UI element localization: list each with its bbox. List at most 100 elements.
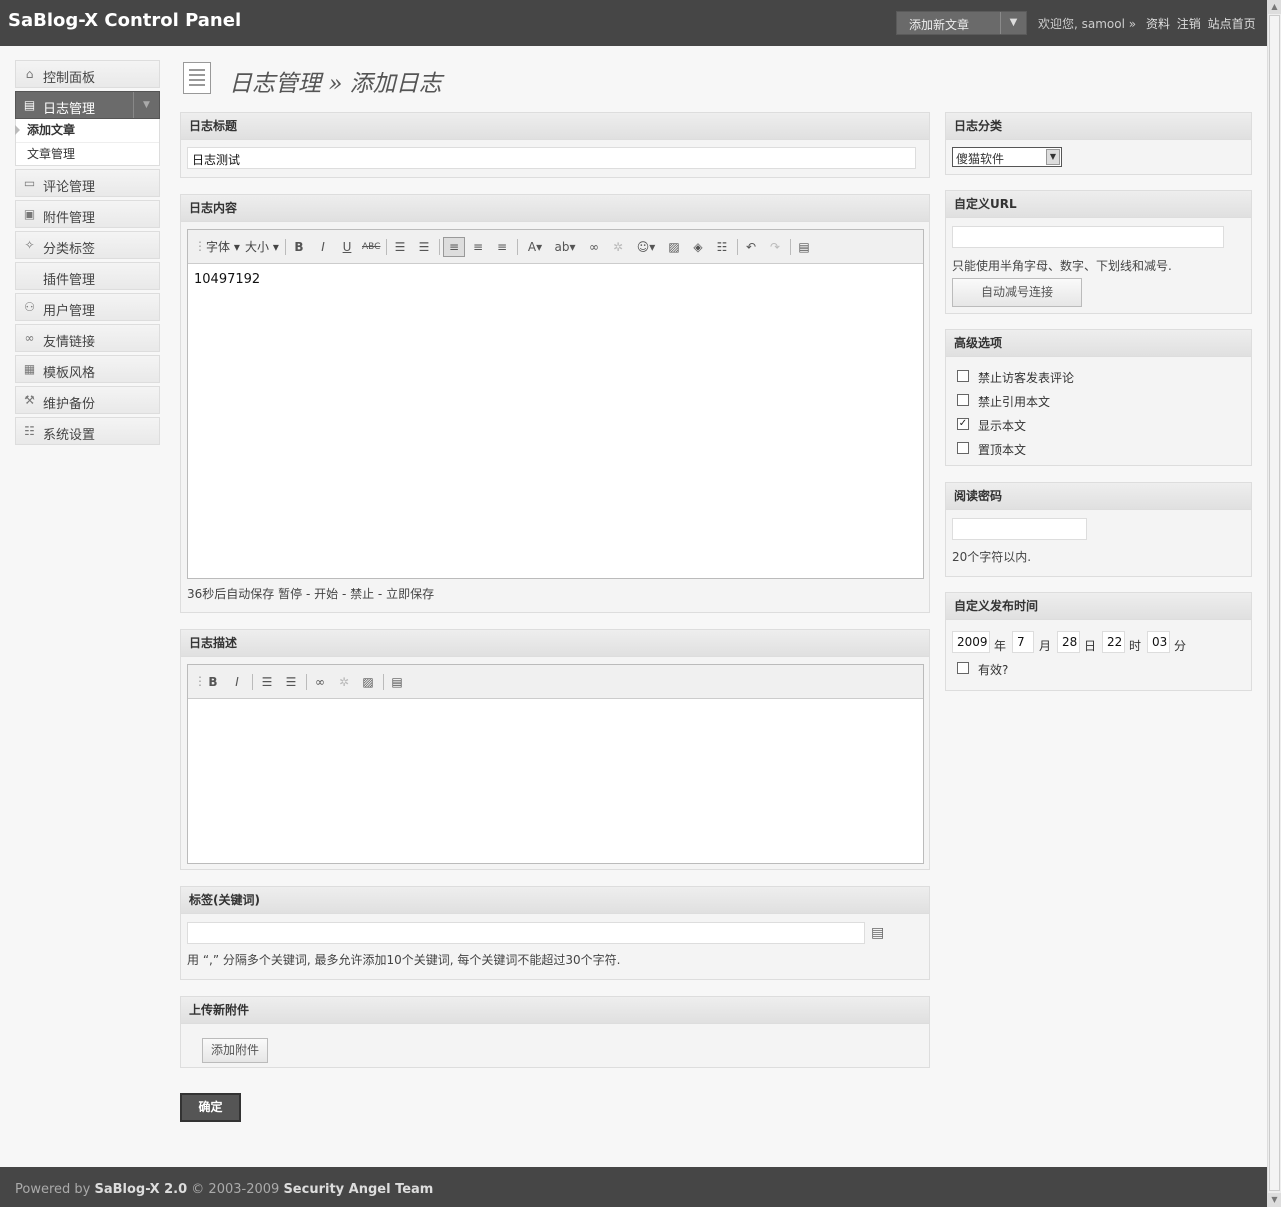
month-input[interactable]: 7 [1012,631,1034,653]
image-icon[interactable]: ▨ [665,238,683,256]
link-icon[interactable]: ∞ [311,673,329,691]
sidebar-item-label: 分类标签 [43,242,96,257]
sticky-post-checkbox[interactable] [957,442,969,454]
chevron-down-icon[interactable]: ▼ [1000,12,1026,34]
align-left-icon[interactable]: ≡ [443,237,465,257]
logout-link[interactable]: 注销 [1177,17,1201,31]
unlink-icon[interactable]: ✲ [335,673,353,691]
bold-icon[interactable]: B [290,238,308,256]
scrollbar-thumb[interactable] [1269,15,1280,1191]
tag-picker-icon[interactable]: ▤ [871,925,884,941]
source-code-icon[interactable]: ▤ [795,238,813,256]
year-unit: 年 [994,639,1007,653]
sidebar-item-templates[interactable]: ▦ 模板风格 [15,355,160,383]
sidebar-item-users[interactable]: ⚇ 用户管理 [15,293,160,321]
font-size-dropdown[interactable]: 大小 ▾ [245,238,279,255]
footer-product[interactable]: SaBlog-X 2.0 [95,1182,188,1197]
hour-input[interactable]: 22 [1102,631,1125,653]
highlight-color-icon[interactable]: ab▾ [552,238,578,256]
content-editor-area[interactable]: 10497192 [188,264,923,578]
footer-text: Powered by SaBlog-X 2.0 © 2003-2009 Secu… [15,1182,433,1197]
italic-icon[interactable]: I [228,673,246,691]
chevron-down-icon[interactable]: ▼ [133,92,159,118]
scroll-down-icon[interactable]: ▼ [1268,1193,1281,1207]
top-bar: SaBlog-X Control Panel 添加新文章 ▼ 欢迎您, samo… [0,0,1267,46]
sidebar-item-label: 友情链接 [43,335,96,350]
show-post-checkbox[interactable]: ✓ [957,418,969,430]
emoticon-icon[interactable]: ☺▾ [633,238,659,256]
text-color-icon[interactable]: A▾ [522,238,548,256]
time-valid-checkbox[interactable] [957,662,969,674]
unordered-list-icon[interactable]: ☰ [415,238,433,256]
site-home-link[interactable]: 站点首页 [1208,17,1256,31]
custom-url-input[interactable] [952,226,1224,248]
autosave-disable-link[interactable]: - 禁止 [342,587,374,601]
sidebar-item-attachments[interactable]: ▣ 附件管理 [15,200,160,228]
source-code-icon[interactable]: ▤ [388,673,406,691]
underline-icon[interactable]: U [338,238,356,256]
autosave-now-link[interactable]: - 立即保存 [378,587,434,601]
sidebar-item-label: 评论管理 [43,180,96,195]
scroll-up-icon[interactable]: ▲ [1268,0,1281,14]
description-editor-area[interactable] [188,699,923,863]
sidebar-item-settings[interactable]: ☷ 系统设置 [15,417,160,445]
sidebar-item-comments[interactable]: ▭ 评论管理 [15,169,160,197]
option-label: 禁止访客发表评论 [978,371,1075,385]
autosave-start-link[interactable]: - 开始 [306,587,338,601]
footer-team[interactable]: Security Angel Team [283,1182,433,1197]
align-center-icon[interactable]: ≡ [469,238,487,256]
image-icon[interactable]: ▨ [359,673,377,691]
strikethrough-icon[interactable]: ABC [362,238,380,256]
add-attachment-button[interactable]: 添加附件 [202,1038,268,1063]
autosave-text: 36秒后自动保存 [187,587,275,601]
ordered-list-icon[interactable]: ☰ [391,238,409,256]
sidebar-item-dashboard[interactable]: ⌂ 控制面板 [15,60,160,88]
custom-url-hint: 只能使用半角字母、数字、下划线和减号. [952,259,1172,273]
sidebar-subitem-manage-posts[interactable]: 文章管理 [16,142,159,165]
vertical-scrollbar[interactable]: ▲ ▼ [1267,0,1281,1207]
section-header: 日志内容 [181,195,929,222]
category-select[interactable]: 傻猫软件 ▼ [952,147,1062,167]
page-break-icon[interactable]: ☷ [713,238,731,256]
unordered-list-icon[interactable]: ☰ [282,673,300,691]
sidebar-item-categories[interactable]: ✧ 分类标签 [15,231,160,259]
toolbar-separator [252,674,253,690]
app-title[interactable]: SaBlog-X Control Panel [8,10,241,31]
sidebar-item-links[interactable]: ∞ 友情链接 [15,324,160,352]
footer: Powered by SaBlog-X 2.0 © 2003-2009 Secu… [0,1167,1267,1207]
media-icon[interactable]: ◈ [689,238,707,256]
toolbar-separator [383,674,384,690]
day-input[interactable]: 28 [1057,631,1080,653]
submit-button[interactable]: 确定 [180,1093,241,1122]
password-input[interactable] [952,518,1087,540]
unlink-icon[interactable]: ✲ [609,238,627,256]
tags-input[interactable] [187,922,865,944]
disable-comments-checkbox[interactable] [957,370,969,382]
breadcrumb-parent[interactable]: 日志管理 [229,71,321,97]
link-icon[interactable]: ∞ [585,238,603,256]
quick-add-menu[interactable]: 添加新文章 ▼ [896,11,1027,35]
upload-section: 上传新附件 添加附件 [180,996,930,1068]
undo-icon[interactable]: ↶ [742,238,760,256]
bold-icon[interactable]: B [204,673,222,691]
align-right-icon[interactable]: ≡ [493,238,511,256]
minute-input[interactable]: 03 [1147,631,1170,653]
year-input[interactable]: 2009 [952,631,990,653]
italic-icon[interactable]: I [314,238,332,256]
autosave-pause-link[interactable]: 暂停 [278,587,302,601]
toolbar-separator [737,239,738,255]
redo-icon[interactable]: ↷ [766,238,784,256]
ordered-list-icon[interactable]: ☰ [258,673,276,691]
sidebar-item-plugins[interactable]: 插件管理 [15,262,160,290]
sidebar-subitem-add-post[interactable]: 添加文章 [15,119,159,142]
comment-icon: ▭ [23,176,36,190]
profile-link[interactable]: 资料 [1146,17,1170,31]
disable-trackback-checkbox[interactable] [957,394,969,406]
chevron-down-icon[interactable]: ▼ [1046,149,1060,165]
font-family-dropdown[interactable]: 字体 ▾ [206,238,240,255]
post-title-input[interactable]: 日志测试 [187,147,916,169]
sidebar-item-label: 用户管理 [43,304,96,319]
auto-hyphenate-button[interactable]: 自动减号连接 [952,278,1082,307]
sidebar-item-maintenance[interactable]: ⚒ 维护备份 [15,386,160,414]
sidebar-item-posts[interactable]: ▤ 日志管理 ▼ [15,91,160,119]
